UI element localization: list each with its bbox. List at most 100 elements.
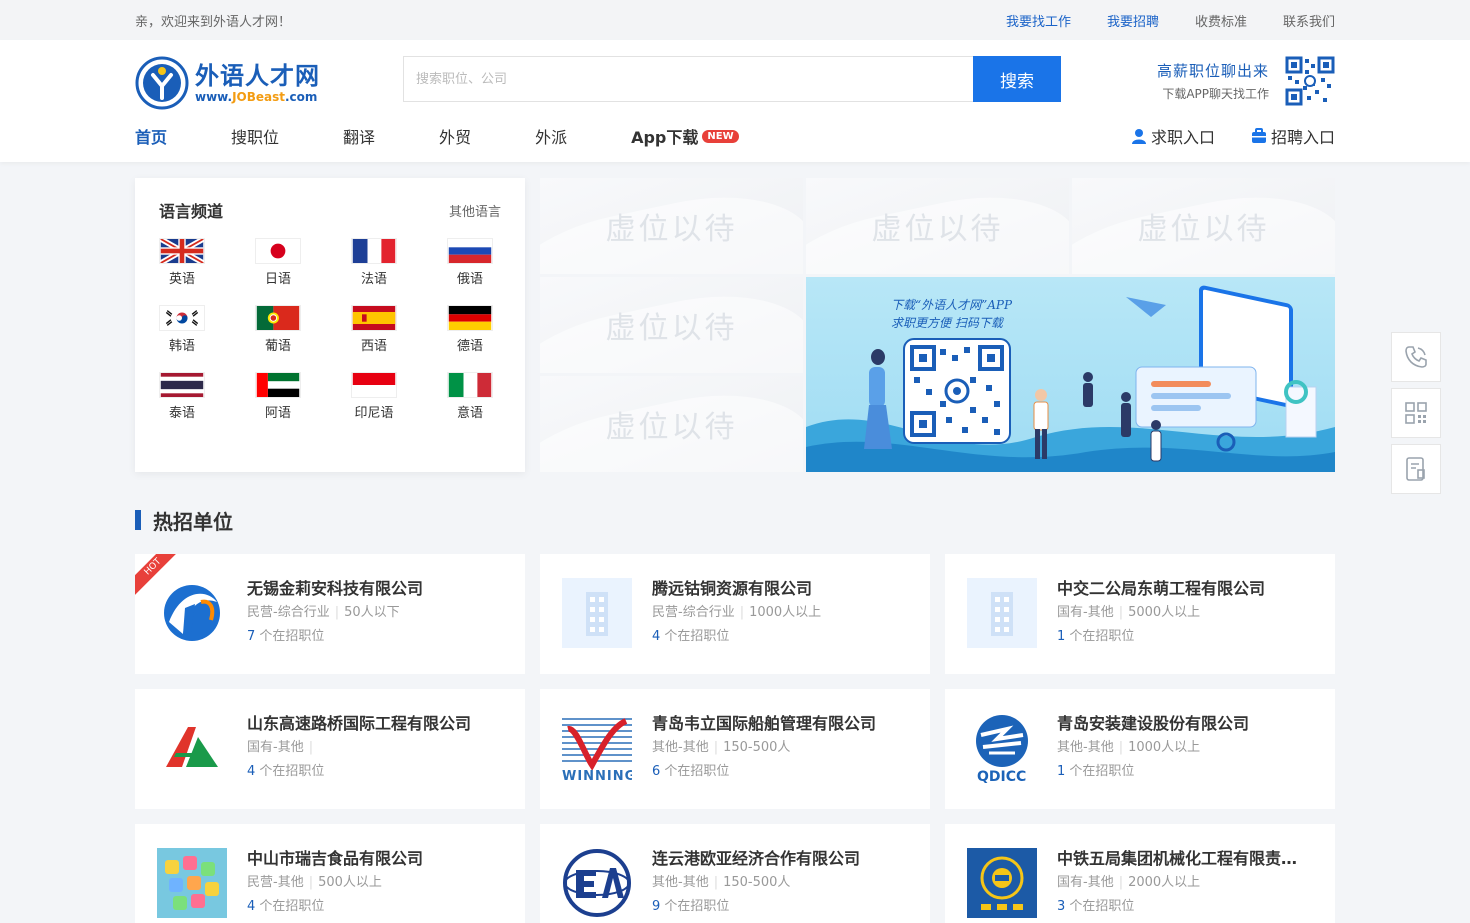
pricing-link[interactable]: 收费标准 xyxy=(1195,11,1247,30)
top-bar: 亲，欢迎来到外语人才网！ 我要找工作 我要招聘 收费标准 联系我们 xyxy=(0,0,1470,40)
company-card[interactable]: 腾远钴铜资源有限公司 民营-综合行业 | 1000人以上 4 个在招职位 xyxy=(540,554,930,674)
hot-companies-heading: 热招单位 xyxy=(135,508,1335,534)
search-input[interactable] xyxy=(403,56,973,102)
welcome-text: 亲，欢迎来到外语人才网！ xyxy=(135,14,292,30)
ad-slot-1[interactable]: 虚位以待 xyxy=(540,178,803,274)
building-icon xyxy=(967,578,1037,648)
nav-trade[interactable]: 外贸 xyxy=(439,124,471,148)
nav-search-jobs[interactable]: 搜职位 xyxy=(231,124,279,148)
svg-text:QDICC: QDICC xyxy=(977,769,1026,783)
russia-flag-icon xyxy=(447,238,493,264)
app-banner-illustration: 下载“外语人才网”APP 求职更方便 扫码下载 xyxy=(806,285,1335,472)
ad-slot-4[interactable]: 虚位以待 xyxy=(540,277,803,373)
logo-emblem-icon xyxy=(135,56,189,110)
nav-home[interactable]: 首页 xyxy=(135,124,167,148)
indonesia-flag-icon xyxy=(351,372,397,398)
contact-link[interactable]: 联系我们 xyxy=(1283,11,1335,30)
company-size: 150-500人 xyxy=(723,740,791,755)
site-logo[interactable]: 外语人才网 www.JOBeast.com xyxy=(135,56,320,110)
company-card[interactable]: 山东高速路桥国际工程有限公司 国有-其他 | 4 个在招职位 xyxy=(135,689,525,809)
employer-entry[interactable]: 招聘入口 xyxy=(1251,124,1335,148)
lang-portuguese[interactable]: 葡语 xyxy=(255,305,351,354)
company-logo xyxy=(562,848,632,918)
company-type: 其他-其他 xyxy=(1057,740,1114,755)
language-channel-title: 语言频道 xyxy=(159,202,224,221)
lang-russian[interactable]: 俄语 xyxy=(447,238,543,287)
job-count: 7 xyxy=(247,629,256,644)
qr-button[interactable] xyxy=(1391,388,1441,438)
company-type: 国有-其他 xyxy=(1057,875,1114,890)
company-type: 民营-其他 xyxy=(247,875,304,890)
italy-flag-icon xyxy=(447,372,493,398)
company-card[interactable]: QDICC 青岛安装建设股份有限公司 其他-其他 | 1000人以上 1 个在招职位 xyxy=(945,689,1335,809)
company-card[interactable]: 中山市瑞吉食品有限公司 民营-其他 | 500人以上 4 个在招职位 xyxy=(135,824,525,923)
app-promo-title: 高薪职位聊出来 xyxy=(1156,62,1269,80)
app-download-banner[interactable]: 下载“外语人才网”APP 求职更方便 扫码下载 xyxy=(806,277,1335,472)
document-icon xyxy=(1406,457,1425,481)
main-content: 语言频道 其他语言 英语 日语 法语 俄语 韩语 葡语 西语 德语 泰语 阿语 … xyxy=(135,178,1335,923)
lang-arabic[interactable]: 阿语 xyxy=(255,372,351,421)
lang-japanese[interactable]: 日语 xyxy=(255,238,351,287)
feedback-button[interactable] xyxy=(1391,444,1441,494)
lang-indonesian[interactable]: 印尼语 xyxy=(351,372,447,421)
ad-slot-3[interactable]: 虚位以待 xyxy=(1072,178,1335,274)
lang-korean[interactable]: 韩语 xyxy=(159,305,255,354)
qr-code-icon xyxy=(1405,402,1427,424)
company-size: 150-500人 xyxy=(723,875,791,890)
korea-flag-icon xyxy=(159,305,205,331)
jobseeker-entry[interactable]: 求职入口 xyxy=(1131,124,1215,148)
nav-translation[interactable]: 翻译 xyxy=(343,124,375,148)
company-logo xyxy=(967,848,1037,918)
company-type: 其他-其他 xyxy=(652,875,709,890)
lang-german[interactable]: 德语 xyxy=(447,305,543,354)
lang-spanish[interactable]: 西语 xyxy=(351,305,447,354)
portugal-flag-icon xyxy=(255,305,301,331)
ad-slot-2[interactable]: 虚位以待 xyxy=(806,178,1069,274)
company-card[interactable]: 连云港欧亚经济合作有限公司 其他-其他 | 150-500人 9 个在招职位 xyxy=(540,824,930,923)
nav-entries: 求职入口 招聘入口 xyxy=(1095,124,1335,162)
company-logo xyxy=(157,848,227,918)
side-toolbar xyxy=(1391,332,1441,494)
company-name: 腾远钴铜资源有限公司 xyxy=(652,579,813,598)
company-card[interactable]: WINNING 青岛韦立国际船舶管理有限公司 其他-其他 | 150-500人 6 … xyxy=(540,689,930,809)
company-card[interactable]: HOT 无锡金莉安科技有限公司 民营-综合行业 | 50人以下 7 个在招职位 xyxy=(135,554,525,674)
lang-english[interactable]: 英语 xyxy=(159,238,255,287)
main-nav: 首页 搜职位 翻译 外贸 外派 App下载 NEW xyxy=(135,124,803,162)
nav-app-download[interactable]: App下载 NEW xyxy=(631,124,739,148)
job-count: 3 xyxy=(1057,899,1066,914)
company-name: 青岛韦立国际船舶管理有限公司 xyxy=(652,714,877,733)
svg-text:WINNING: WINNING xyxy=(562,769,632,783)
ad-area: 虚位以待 虚位以待 虚位以待 虚位以待 虚位以待 下载“外语人才网”APP 求职… xyxy=(540,178,1335,472)
lang-italian[interactable]: 意语 xyxy=(447,372,543,421)
company-card[interactable]: 中交二公局东萌工程有限公司 国有-其他 | 5000人以上 1 个在招职位 xyxy=(945,554,1335,674)
company-logo: WINNING xyxy=(562,713,632,783)
other-languages-link[interactable]: 其他语言 xyxy=(449,201,501,220)
svg-text:下载“外语人才网”APP: 下载“外语人才网”APP xyxy=(891,298,1013,312)
briefcase-icon xyxy=(1251,128,1266,143)
company-size: 5000人以上 xyxy=(1128,605,1201,620)
nav-overseas[interactable]: 外派 xyxy=(535,124,567,148)
company-card[interactable]: 中铁五局集团机械化工程有限责任公司 国有-其他 | 2000人以上 3 个在招职位 xyxy=(945,824,1335,923)
svg-text:求职更方便 扫码下载: 求职更方便 扫码下载 xyxy=(891,316,1005,330)
phone-icon xyxy=(1405,346,1427,368)
app-promo[interactable]: 高薪职位聊出来 下载APP聊天找工作 xyxy=(1157,56,1335,106)
phone-button[interactable] xyxy=(1391,332,1441,382)
company-name: 中铁五局集团机械化工程有限责任公司 xyxy=(1057,849,1313,868)
company-logo: QDICC xyxy=(967,713,1037,783)
company-name: 山东高速路桥国际工程有限公司 xyxy=(247,714,472,733)
job-count: 9 xyxy=(652,899,661,914)
company-name: 连云港欧亚经济合作有限公司 xyxy=(652,849,861,868)
lang-thai[interactable]: 泰语 xyxy=(159,372,255,421)
company-type: 民营-综合行业 xyxy=(247,605,330,620)
hot-companies-grid: HOT 无锡金莉安科技有限公司 民营-综合行业 | 50人以下 7 个在招职位 腾远… xyxy=(135,554,1335,923)
ad-slot-5[interactable]: 虚位以待 xyxy=(540,376,803,472)
recruit-link[interactable]: 我要招聘 xyxy=(1107,11,1159,30)
find-job-link[interactable]: 我要找工作 xyxy=(1006,11,1071,30)
company-size: 1000人以上 xyxy=(749,605,822,620)
search-button[interactable]: 搜索 xyxy=(973,56,1061,102)
germany-flag-icon xyxy=(447,305,493,331)
lang-french[interactable]: 法语 xyxy=(351,238,447,287)
language-channel-panel: 语言频道 其他语言 英语 日语 法语 俄语 韩语 葡语 西语 德语 泰语 阿语 … xyxy=(135,178,525,472)
company-type: 国有-其他 xyxy=(1057,605,1114,620)
hot-companies-title: 热招单位 xyxy=(153,509,233,534)
